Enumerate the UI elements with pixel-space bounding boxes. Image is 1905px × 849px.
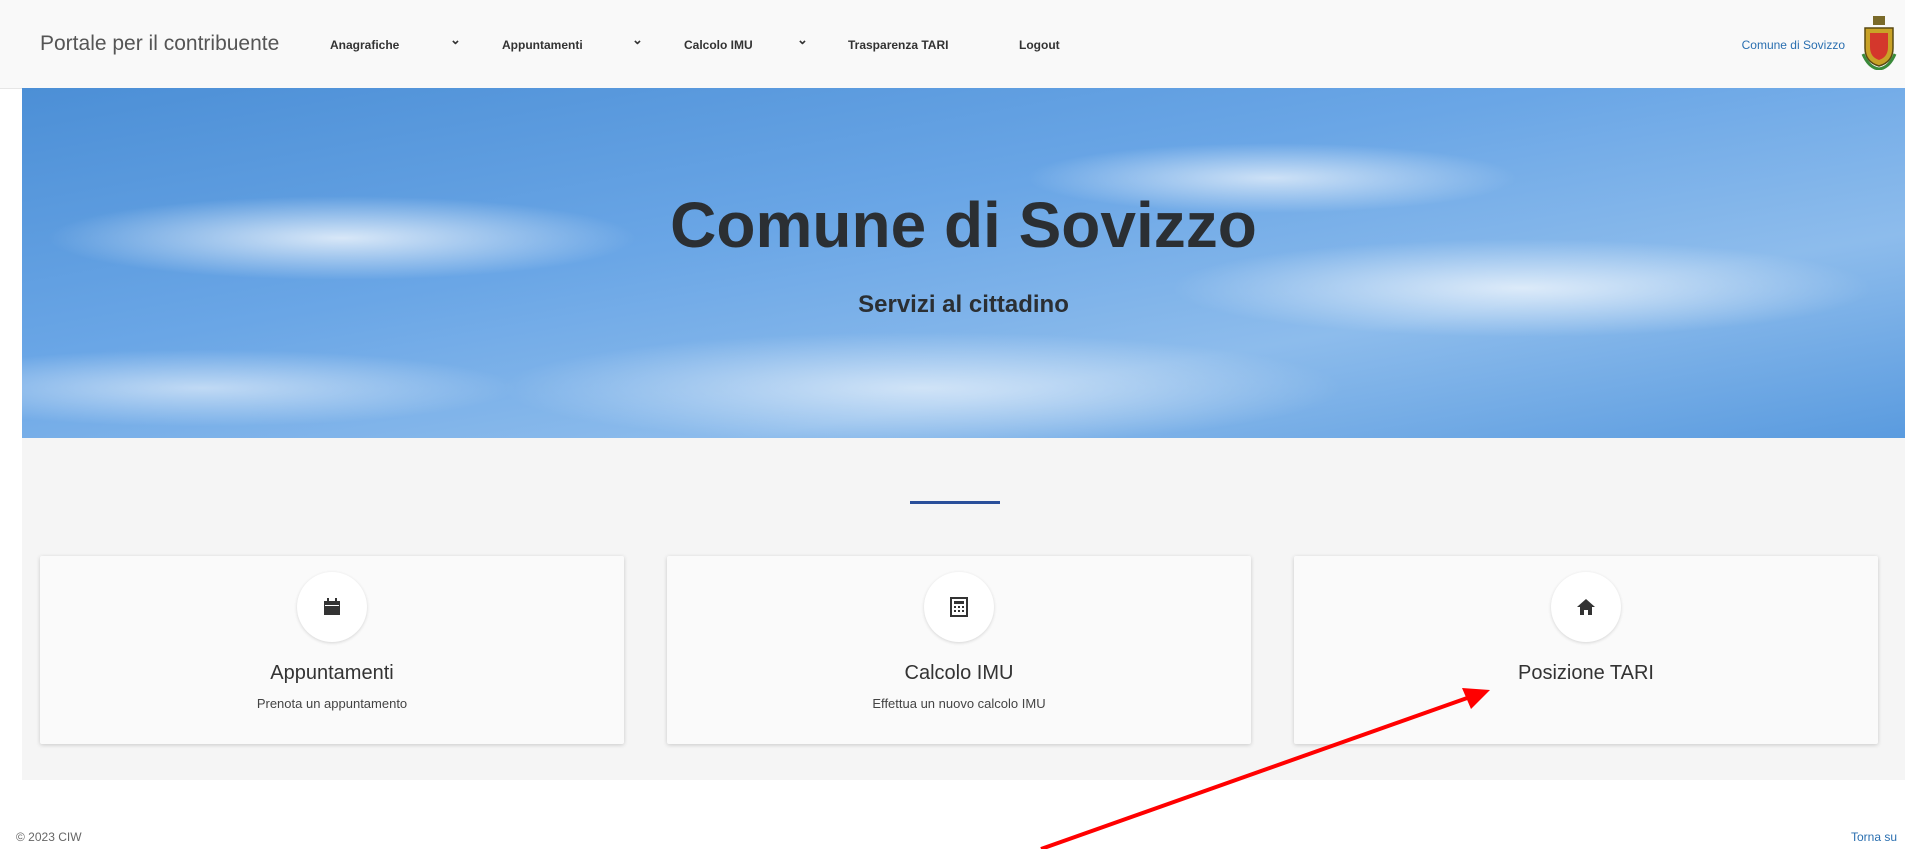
- card-calcolo-imu[interactable]: Calcolo IMU Effettua un nuovo calcolo IM…: [667, 556, 1251, 744]
- footer-copyright: © 2023 CIW: [16, 830, 82, 844]
- hero-subtitle: Servizi al cittadino: [858, 291, 1069, 318]
- nav-logout[interactable]: Logout: [1019, 38, 1060, 52]
- card-title: Posizione TARI: [1518, 662, 1654, 684]
- chevron-down-icon[interactable]: ⌄: [632, 32, 643, 48]
- card-posizione-tari[interactable]: Posizione TARI: [1294, 556, 1878, 744]
- nav-trasparenza-tari[interactable]: Trasparenza TARI: [848, 38, 948, 52]
- nav-calcolo-imu[interactable]: Calcolo IMU: [684, 38, 753, 52]
- municipality-link[interactable]: Comune di Sovizzo: [1742, 38, 1845, 52]
- nav-anagrafiche[interactable]: Anagrafiche: [330, 38, 399, 52]
- municipality-crest-icon: [1861, 16, 1897, 70]
- card-description: Prenota un appuntamento: [256, 696, 408, 711]
- card-description: Effettua un nuovo calcolo IMU: [872, 696, 1046, 711]
- hero-banner: Comune di Sovizzo Servizi al cittadino: [22, 88, 1905, 438]
- calendar-icon: [297, 572, 367, 642]
- top-navbar: Portale per il contribuente Anagrafiche …: [0, 0, 1905, 89]
- home-icon: [1551, 572, 1621, 642]
- card-appuntamenti[interactable]: Appuntamenti Prenota un appuntamento: [40, 556, 624, 744]
- nav-appuntamenti[interactable]: Appuntamenti: [502, 38, 583, 52]
- portal-brand[interactable]: Portale per il contribuente: [40, 32, 279, 56]
- card-title: Calcolo IMU: [904, 662, 1014, 684]
- chevron-down-icon[interactable]: ⌄: [797, 32, 808, 48]
- calculator-icon: [924, 572, 994, 642]
- section-divider: [910, 501, 1000, 504]
- chevron-down-icon[interactable]: ⌄: [450, 32, 461, 48]
- hero-title: Comune di Sovizzo: [670, 189, 1257, 261]
- card-title: Appuntamenti: [270, 662, 394, 684]
- back-to-top-link[interactable]: Torna su: [1851, 830, 1897, 844]
